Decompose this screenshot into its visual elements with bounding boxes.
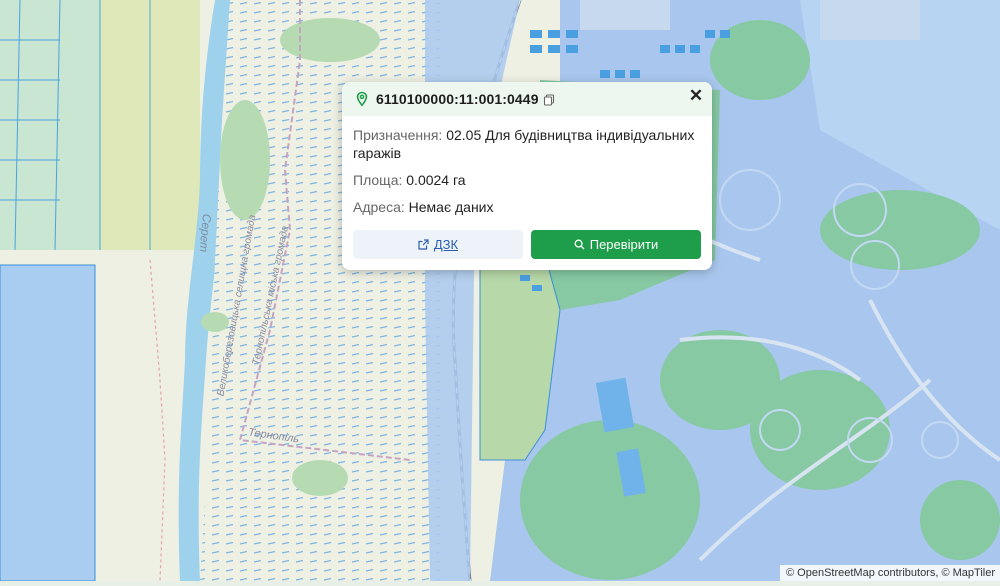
purpose-row: Призначення: 02.05 Для будівництва індив… xyxy=(353,126,700,162)
cadastral-number: 6110100000:11:001:0449 xyxy=(376,91,539,107)
address-row: Адреса: Немає даних xyxy=(353,198,700,216)
address-label: Адреса: xyxy=(353,199,405,215)
popup-actions: ДЗК Перевірити xyxy=(353,230,701,259)
map-attribution[interactable]: © OpenStreetMap contributors, © MapTiler xyxy=(780,565,1000,581)
area-row: Площа: 0.0024 га xyxy=(353,171,700,189)
dzk-link-button[interactable]: ДЗК xyxy=(353,230,523,259)
parcel-popup: 6110100000:11:001:0449 ✕ Призначення: 02… xyxy=(342,82,712,270)
copy-icon[interactable] xyxy=(543,93,555,106)
close-button[interactable]: ✕ xyxy=(686,86,706,106)
address-value: Немає даних xyxy=(408,199,494,215)
popup-header: 6110100000:11:001:0449 ✕ xyxy=(342,82,712,116)
check-button[interactable]: Перевірити xyxy=(531,230,701,259)
external-link-icon xyxy=(418,239,429,250)
purpose-label: Призначення: xyxy=(353,127,443,143)
dzk-label: ДЗК xyxy=(433,237,459,252)
area-value: 0.0024 га xyxy=(406,172,466,188)
map-pin-icon xyxy=(354,91,370,107)
area-label: Площа: xyxy=(353,172,403,188)
search-icon xyxy=(574,239,585,250)
check-label: Перевірити xyxy=(589,237,659,252)
popup-body: Призначення: 02.05 Для будівництва індив… xyxy=(342,116,712,216)
